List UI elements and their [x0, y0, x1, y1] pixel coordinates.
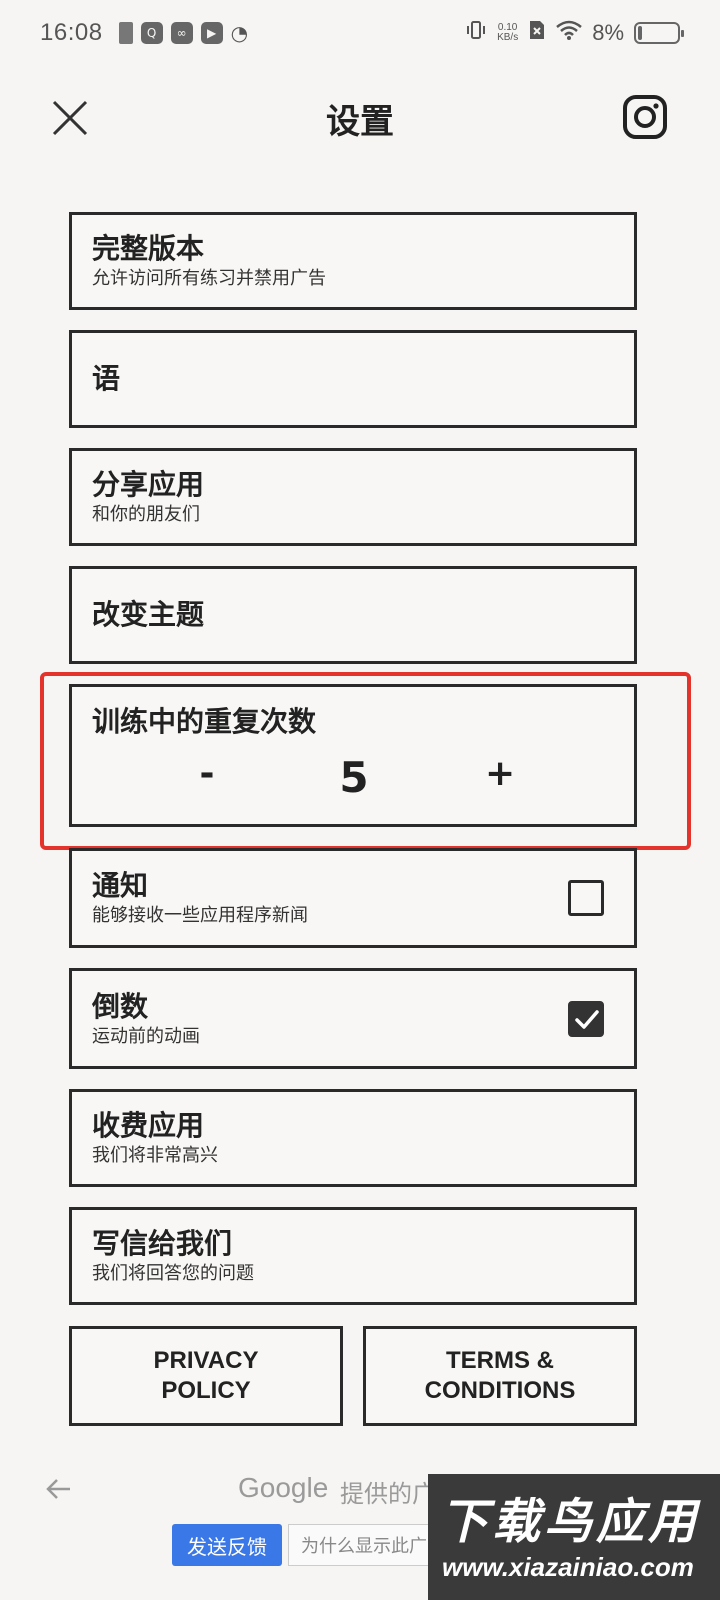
battery-percent: 8% — [592, 20, 624, 45]
share-app-title: 分享应用 — [92, 468, 205, 501]
ad-back-button[interactable] — [44, 1474, 74, 1504]
terms-label-line2: CONDITIONS — [424, 1377, 576, 1404]
vibrate-icon — [465, 19, 487, 47]
page-title: 设置 — [326, 102, 394, 142]
decrement-button[interactable]: - — [195, 753, 219, 794]
share-app-subtitle: 和你的朋友们 — [92, 504, 200, 525]
notification-icons: Q ∞ ▶ ◔ — [118, 21, 249, 45]
write-us-item[interactable]: 写信给我们 我们将回答您的问题 — [69, 1207, 637, 1305]
notifications-subtitle: 能够接收一些应用程序新闻 — [92, 905, 308, 926]
watermark-title: 下载鸟应用 — [440, 1494, 701, 1550]
send-feedback-button[interactable]: 发送反馈 — [172, 1524, 282, 1566]
play-notification-icon: ▶ — [200, 22, 223, 44]
countdown-checkbox[interactable] — [568, 1000, 604, 1037]
arrow-left-icon — [46, 1479, 70, 1499]
full-version-title: 完整版本 — [92, 232, 205, 265]
increment-button[interactable]: + — [485, 753, 515, 794]
reps-title: 训练中的重复次数 — [92, 705, 317, 738]
sim-card-icon — [118, 22, 133, 44]
weibo-icon: ◔ — [230, 21, 249, 45]
watermark: 下载鸟应用 www.xiazainiao.com — [428, 1474, 720, 1600]
notifications-item[interactable]: 通知 能够接收一些应用程序新闻 — [69, 848, 637, 948]
network-speed-unit: KB/s — [497, 32, 519, 43]
notifications-title: 通知 — [92, 869, 149, 902]
battery-icon — [634, 22, 684, 44]
write-us-title: 写信给我们 — [92, 1227, 233, 1260]
language-item[interactable]: 语 — [69, 330, 637, 428]
instagram-button[interactable] — [622, 94, 668, 140]
header: 设置 — [0, 84, 720, 154]
write-us-subtitle: 我们将回答您的问题 — [92, 1263, 254, 1284]
full-version-item[interactable]: 完整版本 允许访问所有练习并禁用广告 — [69, 212, 637, 310]
status-time: 16:08 — [40, 19, 103, 46]
network-speed: 0.10 KB/s — [497, 23, 518, 43]
privacy-label-line2: POLICY — [161, 1377, 251, 1404]
google-logo: Google — [238, 1472, 329, 1503]
link-notification-icon: ∞ — [170, 22, 193, 44]
paid-app-title: 收费应用 — [92, 1109, 205, 1142]
countdown-title: 倒数 — [92, 989, 149, 1023]
countdown-subtitle: 运动前的动画 — [92, 1025, 200, 1047]
privacy-label-line1: PRIVACY — [153, 1347, 259, 1374]
status-bar: 16:08 Q ∞ ▶ ◔ 0.10 KB/s 8% — [0, 0, 720, 66]
terms-conditions-button[interactable]: TERMS & CONDITIONS — [363, 1326, 637, 1426]
change-theme-title: 改变主题 — [92, 598, 205, 631]
notifications-checkbox[interactable] — [568, 880, 604, 916]
privacy-policy-button[interactable]: PRIVACY POLICY — [69, 1326, 343, 1426]
paid-app-subtitle: 我们将非常高兴 — [92, 1145, 218, 1166]
reps-item: 训练中的重复次数 - 5 + — [69, 684, 637, 827]
reps-value: 5 — [339, 753, 369, 802]
share-app-item[interactable]: 分享应用 和你的朋友们 — [69, 448, 637, 546]
watermark-url: www.xiazainiao.com — [442, 1552, 694, 1582]
paid-app-item[interactable]: 收费应用 我们将非常高兴 — [69, 1089, 637, 1187]
wifi-icon — [556, 20, 583, 46]
no-sim-icon — [528, 19, 546, 47]
full-version-subtitle: 允许访问所有练习并禁用广告 — [92, 268, 326, 289]
terms-label-line1: TERMS & — [445, 1347, 554, 1374]
app-notification-icon: Q — [140, 22, 163, 44]
change-theme-item[interactable]: 改变主题 — [69, 566, 637, 664]
language-title: 语 — [92, 362, 121, 395]
reps-stepper: - 5 + — [72, 753, 634, 813]
countdown-item[interactable]: 倒数 运动前的动画 — [69, 968, 637, 1069]
checkmark-icon — [575, 1009, 599, 1029]
instagram-icon — [623, 95, 667, 139]
